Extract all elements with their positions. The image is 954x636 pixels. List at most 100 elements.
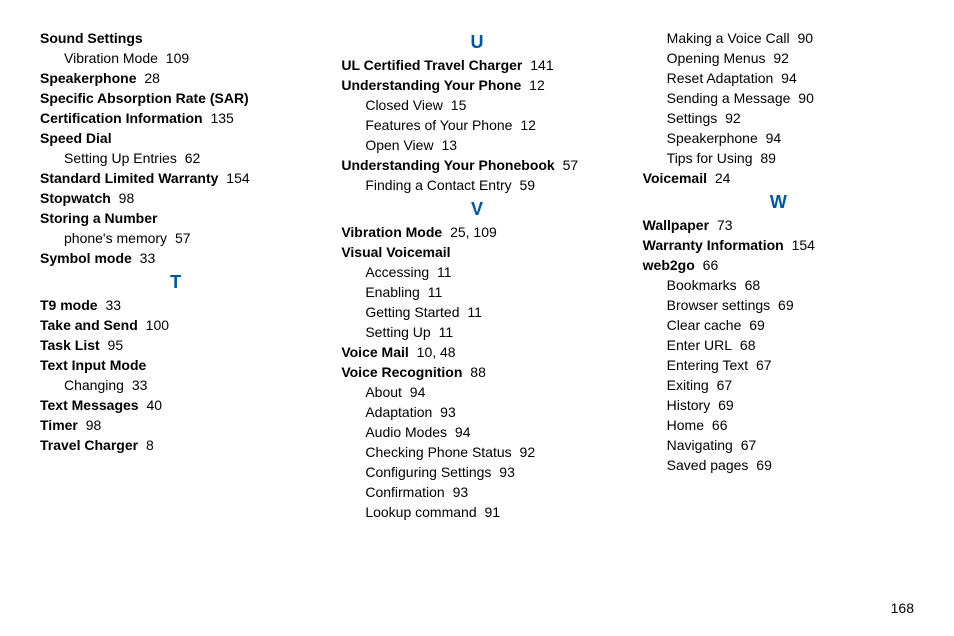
index-entry-label: Voice Recognition: [341, 364, 462, 380]
index-subentry: Browser settings 69: [667, 295, 914, 315]
index-subentry-page: 93: [449, 484, 468, 500]
index-section-letter: T: [40, 272, 311, 293]
index-subentry: History 69: [667, 395, 914, 415]
index-subentry-label: Bookmarks: [667, 277, 737, 293]
index-subentry: phone's memory 57: [64, 228, 311, 248]
index-subentry-page: 67: [737, 437, 756, 453]
index-subentry-page: 94: [777, 70, 796, 86]
index-entry: T9 mode 33: [40, 295, 311, 315]
index-entry-page: 141: [526, 57, 553, 73]
index-subentry-page: 13: [438, 137, 457, 153]
index-entry-label: Task List: [40, 337, 100, 353]
index-entry-page: 57: [559, 157, 578, 173]
index-subentry-label: Lookup command: [365, 504, 476, 520]
index-subentry: Opening Menus 92: [667, 48, 914, 68]
index-subentry-label: Vibration Mode: [64, 50, 158, 66]
index-subentry-page: 33: [128, 377, 147, 393]
index-entry: Storing a Number: [40, 208, 311, 228]
index-entry-label: Voice Mail: [341, 344, 408, 360]
index-subentry-page: 11: [435, 324, 453, 340]
index-subentry-page: 12: [516, 117, 535, 133]
index-subentry-label: Finding a Contact Entry: [365, 177, 511, 193]
index-subentry-page: 11: [464, 304, 482, 320]
index-subentry-page: 66: [708, 417, 727, 433]
index-entry-label: Wallpaper: [643, 217, 709, 233]
index-entry-page: 8: [142, 437, 154, 453]
index-entry-label: Vibration Mode: [341, 224, 442, 240]
index-entry: Text Input Mode: [40, 355, 311, 375]
index-subentry-label: Confirmation: [365, 484, 444, 500]
index-entry: Speed Dial: [40, 128, 311, 148]
index-entry-label: Timer: [40, 417, 78, 433]
index-subentry-label: Navigating: [667, 437, 733, 453]
index-entry-page: 40: [143, 397, 162, 413]
index-entry-label: Travel Charger: [40, 437, 138, 453]
page-number: 168: [891, 600, 914, 616]
index-subentry-label: History: [667, 397, 711, 413]
index-subentry-page: 15: [447, 97, 466, 113]
index-entry-page: 12: [525, 77, 544, 93]
index-subentry: Changing 33: [64, 375, 311, 395]
index-entry: Text Messages 40: [40, 395, 311, 415]
index-subentry-label: Closed View: [365, 97, 443, 113]
index-subentry-page: 67: [713, 377, 732, 393]
index-entry-page: 28: [140, 70, 159, 86]
index-subentry: Tips for Using 89: [667, 148, 914, 168]
index-subentry: Adaptation 93: [365, 402, 612, 422]
index-entry: Wallpaper 73: [643, 215, 914, 235]
index-subentry: About 94: [365, 382, 612, 402]
index-entry: Visual Voicemail: [341, 242, 612, 262]
index-subentry: Navigating 67: [667, 435, 914, 455]
index-subentry-page: 57: [171, 230, 190, 246]
index-entry-page: 98: [115, 190, 134, 206]
index-subentry-page: 109: [162, 50, 189, 66]
index-subentry: Audio Modes 94: [365, 422, 612, 442]
index-entry: Sound Settings: [40, 28, 311, 48]
index-subentry-label: Speakerphone: [667, 130, 758, 146]
index-subentry-label: phone's memory: [64, 230, 167, 246]
index-section-letter: U: [341, 32, 612, 53]
index-subentry: Enabling 11: [365, 282, 612, 302]
index-entry-label: Understanding Your Phone: [341, 77, 521, 93]
index-entry-page: 33: [102, 297, 121, 313]
index-entry: Speakerphone 28: [40, 68, 311, 88]
index-subentry-label: Settings: [667, 110, 718, 126]
index-subentry-page: 93: [436, 404, 455, 420]
index-subentry: Home 66: [667, 415, 914, 435]
index-subentry-label: Making a Voice Call: [667, 30, 790, 46]
index-entry-label: Text Messages: [40, 397, 139, 413]
index-subentry: Entering Text 67: [667, 355, 914, 375]
index-subentry-page: 11: [424, 284, 442, 300]
index-entry: UL Certified Travel Charger 141: [341, 55, 612, 75]
index-subentry-page: 69: [752, 457, 771, 473]
index-subentry: Making a Voice Call 90: [667, 28, 914, 48]
index-subentry-page: 67: [752, 357, 771, 373]
index-subentry-label: Tips for Using: [667, 150, 753, 166]
index-subentry-label: Clear cache: [667, 317, 742, 333]
index-subentry-page: 89: [757, 150, 776, 166]
index-subentry-page: 90: [794, 90, 813, 106]
index-subentry: Open View 13: [365, 135, 612, 155]
index-entry: Travel Charger 8: [40, 435, 311, 455]
index-entry: Timer 98: [40, 415, 311, 435]
index-subentry-page: 94: [762, 130, 781, 146]
index-subentry: Vibration Mode 109: [64, 48, 311, 68]
index-entry-page: 100: [142, 317, 169, 333]
index-entry-label: Certification Information: [40, 110, 203, 126]
index-entry-label: Speed Dial: [40, 130, 112, 146]
index-page: Sound SettingsVibration Mode 109Speakerp…: [0, 0, 954, 542]
index-entry: Specific Absorption Rate (SAR): [40, 88, 311, 108]
index-entry: Vibration Mode 25, 109: [341, 222, 612, 242]
index-entry: Understanding Your Phone 12: [341, 75, 612, 95]
index-entry-page: 25, 109: [446, 224, 497, 240]
index-subentry: Features of Your Phone 12: [365, 115, 612, 135]
index-subentry-label: Home: [667, 417, 704, 433]
index-subentry: Configuring Settings 93: [365, 462, 612, 482]
index-entry: Take and Send 100: [40, 315, 311, 335]
index-subentry-label: Exiting: [667, 377, 709, 393]
index-subentry: Closed View 15: [365, 95, 612, 115]
index-entry-label: Speakerphone: [40, 70, 136, 86]
index-subentry-page: 90: [794, 30, 813, 46]
index-entry-page: 95: [104, 337, 123, 353]
index-subentry: Setting Up Entries 62: [64, 148, 311, 168]
